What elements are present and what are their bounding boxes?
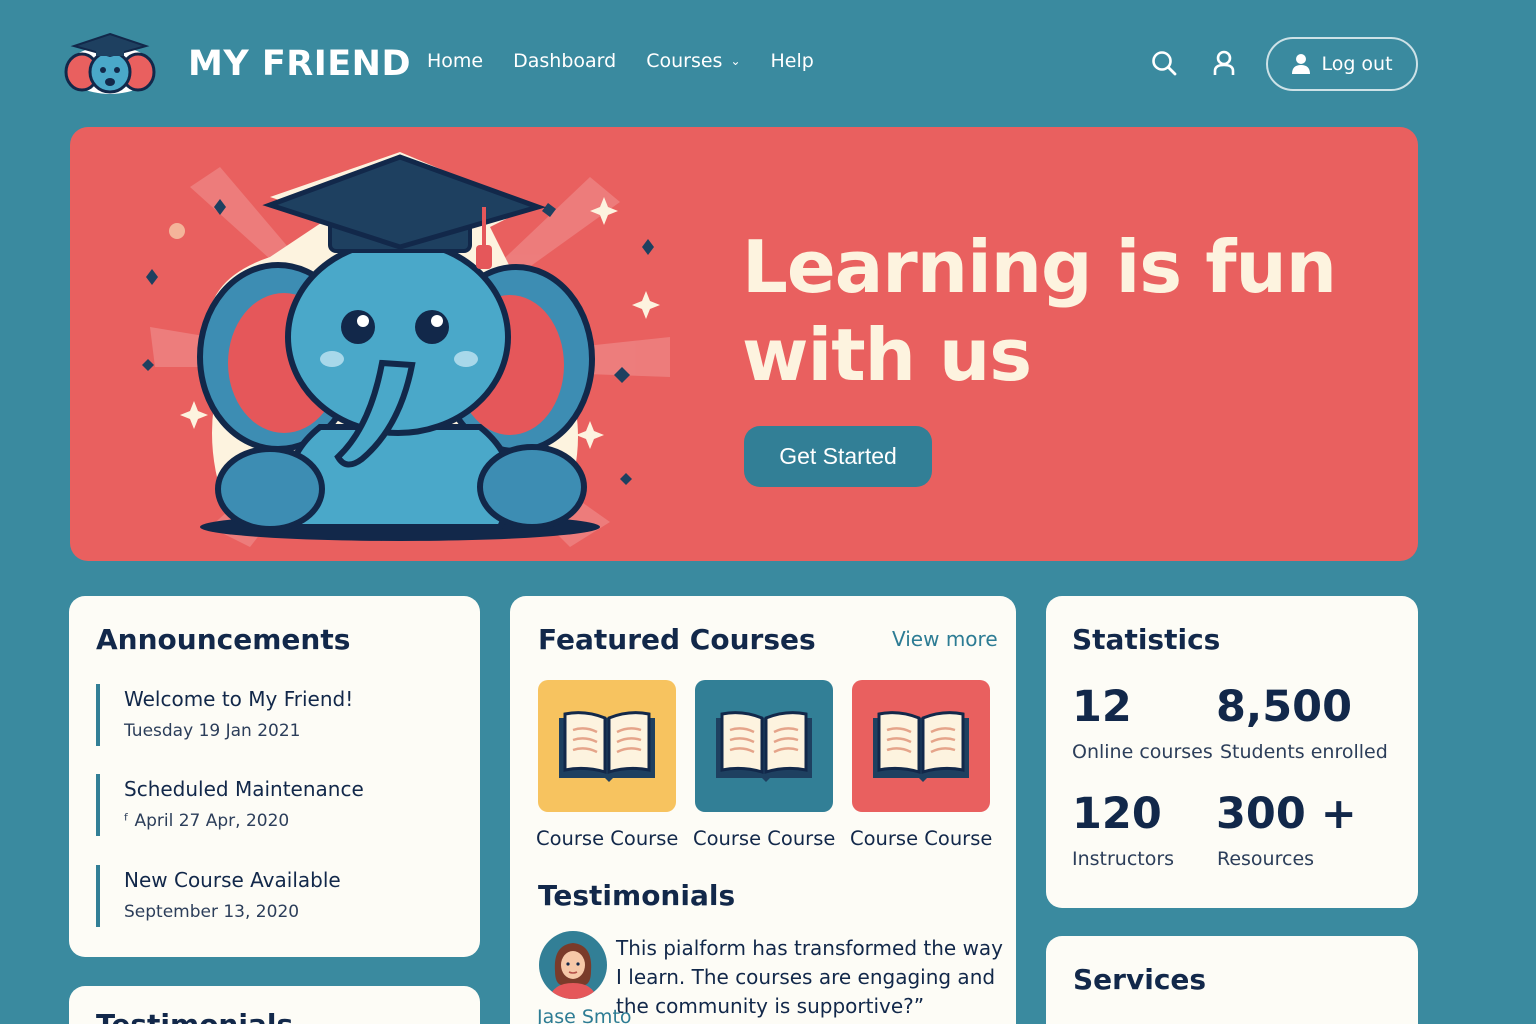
course-tile <box>852 680 990 812</box>
logout-button[interactable]: Log out <box>1266 37 1418 91</box>
statistics-title: Statistics <box>1072 623 1221 656</box>
search-icon[interactable] <box>1150 49 1178 77</box>
course-card[interactable]: Course Course <box>850 680 993 850</box>
brand-name[interactable]: MY FRIEND <box>188 44 411 84</box>
announcement-title: Scheduled Maintenance <box>124 777 364 801</box>
user-icon[interactable] <box>1210 49 1238 77</box>
testimonials-left-title: Testimonials <box>96 1008 293 1024</box>
top-header: MY FRIEND Home Dashboard Courses ⌄ Help L… <box>0 0 1536 120</box>
nav-courses-label: Courses <box>646 50 723 72</box>
graduate-elephant-illustration <box>142 152 670 547</box>
nav-dashboard-label: Dashboard <box>513 50 617 72</box>
announcements-card: Announcements Welcome to My Friend! Tues… <box>69 596 480 957</box>
announcement-date: ᶠ April 27 Apr, 2020 <box>124 811 290 831</box>
featured-courses-card: Featured Courses View more Course Course <box>510 596 1016 1024</box>
get-started-button[interactable]: Get Started <box>744 426 932 487</box>
open-book-icon <box>559 711 655 782</box>
stat-value: 8,500 <box>1216 682 1353 732</box>
course-card[interactable]: Course Course <box>693 680 836 850</box>
testimonial-quote: This pialform has transformed the way I … <box>616 936 1004 1018</box>
open-book-icon <box>716 711 812 782</box>
course-label: Course Course <box>850 827 993 850</box>
nav-home-label: Home <box>427 50 484 72</box>
avatar <box>539 931 607 999</box>
main-nav: Home Dashboard Courses ⌄ Help <box>427 50 844 72</box>
nav-help[interactable]: Help <box>771 50 814 72</box>
hero-headline-line1: Learning is fun <box>742 225 1337 309</box>
announcement-date: Tuesday 19 Jan 2021 <box>124 721 301 741</box>
chevron-down-icon: ⌄ <box>730 54 741 68</box>
course-tile <box>538 680 676 812</box>
nav-dashboard[interactable]: Dashboard <box>513 50 616 72</box>
hero-banner: Learning is fun with us Get Started <box>70 127 1418 561</box>
services-card: Services <box>1046 936 1418 1024</box>
announcement-item[interactable]: New Course Available September 13, 2020 <box>96 865 341 927</box>
nav-courses[interactable]: Courses ⌄ <box>646 50 740 72</box>
services-title: Services <box>1073 963 1207 996</box>
hero-headline: Learning is fun with us <box>742 223 1382 399</box>
announcement-item[interactable]: Scheduled Maintenance ᶠ April 27 Apr, 20… <box>96 774 364 836</box>
testimonials-title: Testimonials <box>538 879 736 912</box>
open-book-icon <box>873 711 969 782</box>
person-icon <box>1292 54 1311 74</box>
stat-label: Instructors <box>1072 848 1175 870</box>
course-card[interactable]: Course Course <box>536 680 679 850</box>
testimonials-card-left: Testimonials <box>69 986 480 1024</box>
announcement-item[interactable]: Welcome to My Friend! Tuesday 19 Jan 202… <box>96 684 353 746</box>
stat-label: Students enrolled <box>1220 741 1388 763</box>
testimonial-author: Jase Smto <box>537 1006 632 1024</box>
stat-value: 120 <box>1072 789 1162 839</box>
logout-label: Log out <box>1321 53 1393 75</box>
announcement-title: Welcome to My Friend! <box>124 687 354 711</box>
view-more-link[interactable]: View more <box>892 627 998 651</box>
announcement-date: September 13, 2020 <box>124 902 300 922</box>
hero-headline-line2: with us <box>742 313 1032 397</box>
elephant-logo-icon[interactable] <box>62 30 158 96</box>
featured-courses-title: Featured Courses <box>538 623 816 656</box>
stat-label: Online courses <box>1072 741 1213 763</box>
stat-value: 300 + <box>1216 789 1357 839</box>
stat-value: 12 <box>1072 682 1132 732</box>
course-label: Course Course <box>536 827 679 850</box>
announcements-title: Announcements <box>96 623 351 656</box>
nav-help-label: Help <box>770 50 814 72</box>
statistics-card: Statistics 12 Online courses 8,500 Stude… <box>1046 596 1418 908</box>
announcement-title: New Course Available <box>124 868 341 892</box>
course-tile <box>695 680 833 812</box>
woman-avatar-icon <box>539 931 607 999</box>
course-label: Course Course <box>693 827 836 850</box>
nav-home[interactable]: Home <box>427 50 483 72</box>
stat-label: Resources <box>1217 848 1315 870</box>
